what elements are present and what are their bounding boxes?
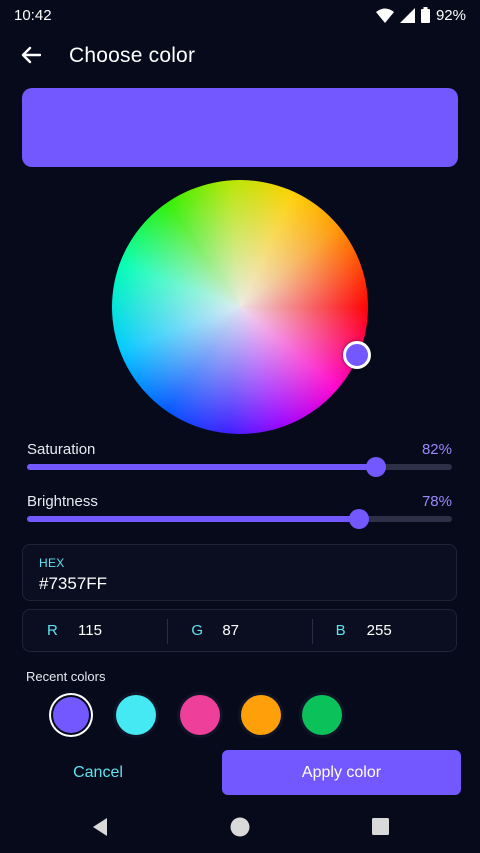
nav-back-button[interactable] <box>86 815 114 843</box>
status-time: 10:42 <box>14 6 52 24</box>
rgb-field-b[interactable]: B 255 <box>311 610 456 651</box>
recents-square-icon <box>371 818 389 840</box>
battery-icon <box>420 7 430 23</box>
rgb-key-g: G <box>191 622 203 639</box>
brightness-slider-fill <box>27 516 359 522</box>
recent-swatch[interactable] <box>241 695 281 735</box>
hex-input[interactable]: #7357FF <box>39 574 107 594</box>
recent-swatch[interactable] <box>302 695 342 735</box>
saturation-overlay <box>112 180 368 434</box>
nav-recents-button[interactable] <box>366 815 394 843</box>
recent-colors-label: Recent colors <box>26 669 106 684</box>
color-wheel-handle[interactable] <box>343 341 371 369</box>
hex-label: HEX <box>39 556 65 570</box>
rgb-field-r[interactable]: R 115 <box>23 610 167 651</box>
page-title: Choose color <box>69 44 196 67</box>
color-wheel[interactable] <box>112 180 371 434</box>
color-preview <box>22 88 458 167</box>
signal-icon <box>399 7 415 23</box>
arrow-left-icon <box>21 46 42 69</box>
hex-field[interactable]: HEX #7357FF <box>22 544 457 601</box>
brightness-slider-thumb[interactable] <box>348 509 369 529</box>
rgb-field-g[interactable]: G 87 <box>167 610 311 651</box>
saturation-label: Saturation <box>27 441 96 458</box>
rgb-key-b: B <box>335 622 346 639</box>
recent-swatch-selected[interactable] <box>53 697 89 733</box>
saturation-value: 82% <box>421 441 452 458</box>
nav-home-button[interactable] <box>226 815 254 843</box>
rgb-input-r[interactable]: 115 <box>78 622 102 639</box>
brightness-value: 78% <box>421 493 452 510</box>
recent-swatch[interactable] <box>180 695 220 735</box>
brightness-label: Brightness <box>27 493 98 510</box>
saturation-slider-fill <box>27 464 376 470</box>
battery-percent: 92% <box>435 6 466 24</box>
rgb-fields: R 115 G 87 B 255 <box>22 609 457 652</box>
brightness-slider[interactable] <box>27 509 452 529</box>
rgb-key-r: R <box>47 622 58 639</box>
rgb-input-b[interactable]: 255 <box>367 622 392 639</box>
system-nav-bar <box>0 805 480 853</box>
recent-swatch[interactable] <box>116 695 156 735</box>
cancel-button[interactable]: Cancel <box>22 750 174 795</box>
status-icons: 92% <box>375 6 466 24</box>
back-button[interactable] <box>14 40 48 74</box>
saturation-slider[interactable] <box>27 457 452 477</box>
saturation-slider-thumb[interactable] <box>365 457 386 477</box>
status-bar: 10:42 92% <box>0 0 480 30</box>
app-bar: Choose color <box>0 36 480 78</box>
apply-color-button[interactable]: Apply color <box>222 750 461 795</box>
rgb-input-g[interactable]: 87 <box>222 622 239 639</box>
wifi-icon <box>375 8 394 23</box>
home-circle-icon <box>230 817 250 842</box>
back-triangle-icon <box>91 817 109 842</box>
